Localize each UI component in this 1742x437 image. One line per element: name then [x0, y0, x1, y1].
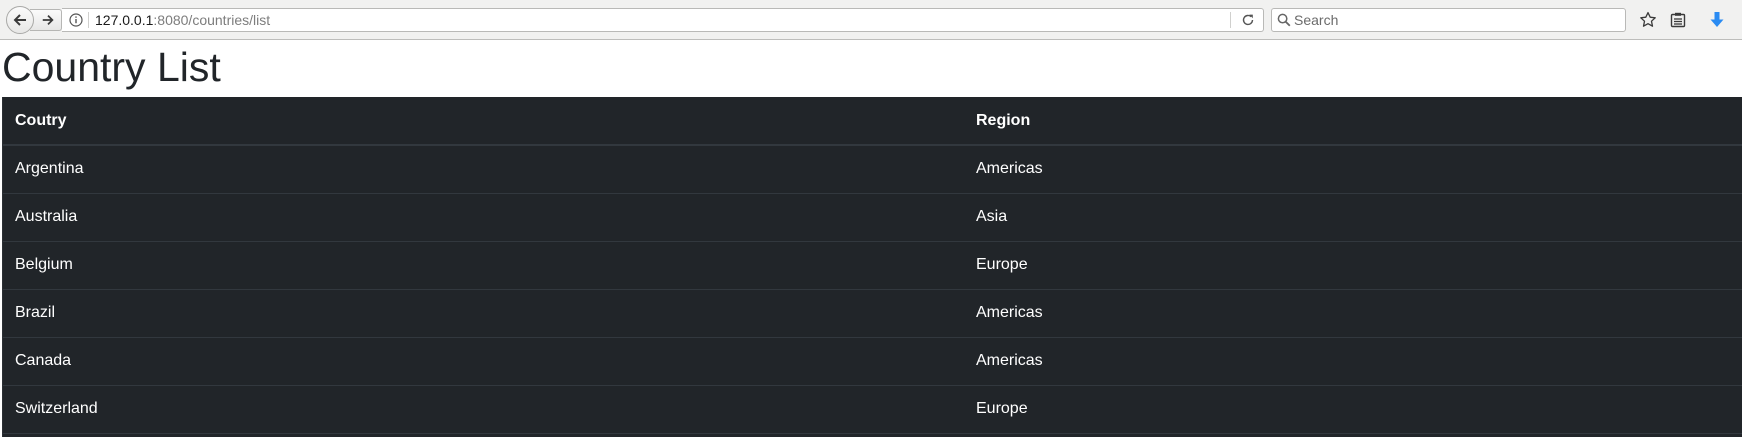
country-cell: Switzerland: [3, 385, 964, 434]
arrow-left-icon: [13, 14, 26, 26]
column-header-country: Coutry: [3, 97, 964, 146]
country-table-container: Coutry Region Argentina Americas Austral…: [2, 97, 1742, 437]
url-path: :8080/countries/list: [153, 12, 271, 28]
table-body: Argentina Americas Australia Asia Belgiu…: [3, 145, 1742, 434]
table-row: Switzerland Europe: [3, 385, 1742, 434]
table-row: Belgium Europe: [3, 241, 1742, 290]
search-input[interactable]: [1294, 10, 1614, 30]
page-title: Country List: [2, 44, 221, 90]
downloads-button[interactable]: [1707, 10, 1727, 30]
url-separator: [88, 12, 89, 28]
search-bar[interactable]: [1271, 8, 1626, 32]
reload-icon[interactable]: [1241, 13, 1255, 27]
table-row: Brazil Americas: [3, 289, 1742, 338]
url-text[interactable]: 127.0.0.1:8080/countries/list: [95, 12, 270, 29]
library-button[interactable]: [1668, 10, 1688, 30]
country-cell: Brazil: [3, 289, 964, 338]
table-row: Argentina Americas: [3, 145, 1742, 194]
country-table: Coutry Region Argentina Americas Austral…: [3, 97, 1742, 434]
address-bar[interactable]: 127.0.0.1:8080/countries/list: [62, 8, 1264, 32]
reload-separator: [1230, 12, 1231, 28]
browser-toolbar: 127.0.0.1:8080/countries/list: [0, 0, 1742, 40]
forward-button[interactable]: [30, 9, 62, 31]
region-cell: Americas: [964, 289, 1742, 338]
magnifier-icon: [1277, 13, 1291, 27]
table-row: Australia Asia: [3, 193, 1742, 242]
column-header-region: Region: [964, 97, 1742, 146]
country-cell: Belgium: [3, 241, 964, 290]
info-icon[interactable]: [69, 13, 83, 27]
country-cell: Argentina: [3, 145, 964, 194]
region-cell: Americas: [964, 337, 1742, 386]
navigation-buttons: [6, 6, 62, 34]
star-icon: [1640, 11, 1656, 27]
country-cell: Australia: [3, 193, 964, 242]
region-cell: Americas: [964, 145, 1742, 194]
arrow-right-icon: [42, 15, 54, 25]
region-cell: Europe: [964, 241, 1742, 290]
back-button[interactable]: [6, 6, 34, 34]
page-content: Country List Coutry Region Argentina Ame…: [0, 40, 1742, 437]
region-cell: Asia: [964, 193, 1742, 242]
table-row: Canada Americas: [3, 337, 1742, 386]
bookmark-button[interactable]: [1638, 10, 1658, 30]
country-cell: Canada: [3, 337, 964, 386]
table-header: Coutry Region: [3, 97, 1742, 146]
url-host: 127.0.0.1: [95, 12, 154, 28]
header-row: Coutry Region: [3, 97, 1742, 146]
download-arrow-icon: [1710, 12, 1724, 27]
clipboard-icon: [1670, 12, 1686, 28]
region-cell: Europe: [964, 385, 1742, 434]
